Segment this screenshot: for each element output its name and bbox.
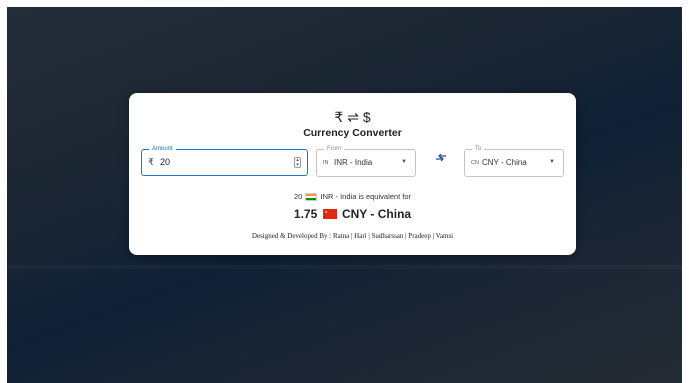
- amount-stepper[interactable]: ▴ ▾: [294, 157, 301, 168]
- credits-footer: Designed & Developed By : Ratna | Hari |…: [251, 232, 454, 240]
- amount-currency-symbol: ₹: [148, 157, 154, 167]
- to-label: To: [472, 145, 485, 153]
- to-country-code: CN: [471, 160, 479, 166]
- page-background: ₹ ⇌ $ Currency Converter Amount ₹ 20 ▴ ▾ …: [7, 7, 682, 383]
- rupee-icon: ₹: [334, 109, 344, 125]
- swap-icon-svg: [436, 153, 446, 162]
- chevron-down-icon: ▼: [549, 159, 555, 165]
- amount-field[interactable]: Amount ₹ 20 ▴ ▾: [141, 145, 308, 176]
- from-country-code: IN: [323, 160, 329, 166]
- from-label: From: [324, 145, 344, 153]
- from-currency-name: INR - India: [320, 192, 357, 201]
- from-selected-value: INR - India: [334, 158, 373, 167]
- india-flag-icon: [305, 193, 318, 202]
- to-currency-name: CNY - China: [341, 207, 412, 221]
- background-band: [7, 265, 682, 269]
- from-currency-select[interactable]: From IN INR - India ▼: [316, 145, 416, 177]
- amount-input[interactable]: 20: [160, 157, 170, 167]
- amount-label: Amount: [149, 145, 176, 153]
- input-amount: 20: [293, 192, 303, 201]
- to-currency-select[interactable]: To CN CNY - China ▼: [464, 145, 564, 177]
- converted-value: 1.75: [293, 207, 318, 221]
- chevron-down-icon: ▼: [401, 159, 407, 165]
- equivalent-phrase: is equivalent for: [358, 192, 411, 201]
- equivalence-text: 20 INR - India is equivalent for: [129, 192, 576, 202]
- converter-card: ₹ ⇌ $ Currency Converter Amount ₹ 20 ▴ ▾ …: [129, 93, 576, 255]
- app-logo: ₹ ⇌ $: [129, 109, 576, 126]
- exchange-arrows-icon: ⇌: [347, 109, 359, 125]
- page-title: Currency Converter: [303, 127, 402, 139]
- china-flag-icon: [322, 209, 337, 219]
- to-selected-value: CNY - China: [482, 158, 527, 167]
- dollar-icon: $: [362, 109, 371, 125]
- swap-arrows-icon[interactable]: [431, 152, 451, 168]
- conversion-result: 1.75 CNY - China: [129, 207, 576, 221]
